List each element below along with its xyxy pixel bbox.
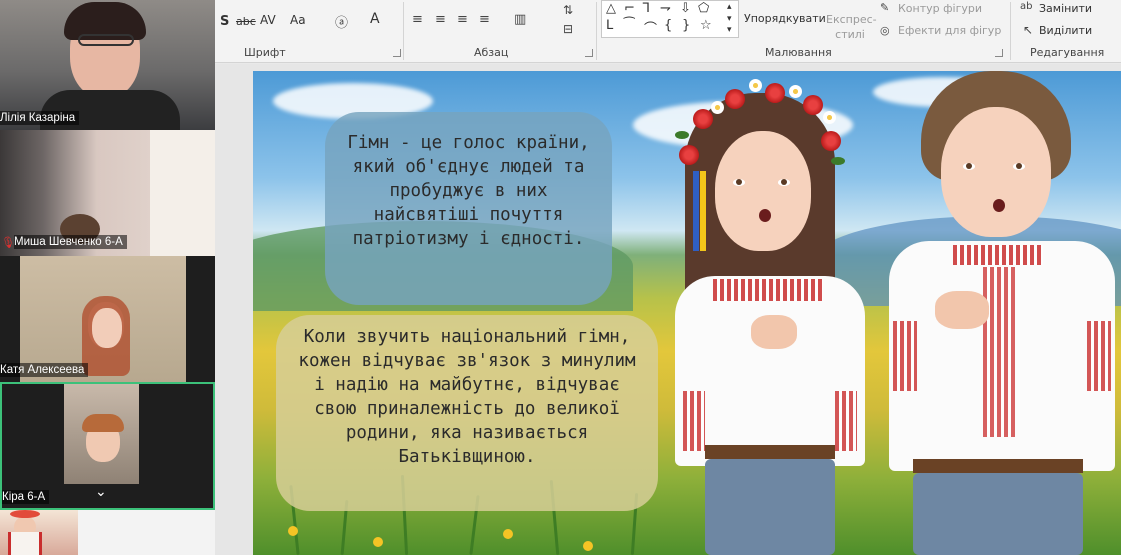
- columns-icon[interactable]: ▥: [514, 12, 526, 27]
- font-color-button[interactable]: A: [370, 11, 380, 27]
- connector-shape-icon[interactable]: ⌐: [624, 1, 635, 16]
- replace-button[interactable]: Замінити: [1039, 2, 1092, 15]
- arc-shape-icon[interactable]: ⌒: [644, 18, 657, 37]
- star-shape-icon[interactable]: ☆: [700, 18, 712, 33]
- paragraph-dialog-launcher-icon[interactable]: [585, 49, 593, 57]
- align-center-icon[interactable]: ≡: [435, 12, 446, 27]
- freeform-shape-icon[interactable]: ᒪ: [606, 18, 613, 33]
- shape-effects-button[interactable]: Ефекти для фігур: [898, 24, 1001, 37]
- shape-outline-icon: ✎: [880, 1, 890, 14]
- arrow-shape-icon[interactable]: ⇩: [680, 1, 691, 16]
- anthem-feeling-bubble[interactable]: Коли звучить національний гімн, кожен ві…: [276, 315, 658, 511]
- character-spacing-button[interactable]: AV: [260, 13, 276, 27]
- triangle-shape-icon[interactable]: △: [606, 1, 616, 16]
- chevron-down-icon[interactable]: ⌄: [95, 484, 107, 500]
- quick-styles-button[interactable]: Експрес-стилі: [826, 12, 877, 42]
- anthem-definition-bubble[interactable]: Гімн - це голос країни, який об'єднує лю…: [325, 112, 612, 305]
- shapes-gallery[interactable]: △ ⌐ ᒣ ⇁ ⇩ ⬠ ᒪ ⁀ ⌒ { } ☆ ▴ ▾ ▾: [601, 0, 739, 38]
- select-button[interactable]: Виділити: [1039, 24, 1092, 37]
- curved-connector-shape-icon[interactable]: ⇁: [660, 1, 671, 16]
- participant-name-3: Катя Алексеева: [0, 363, 89, 377]
- participant-tile-2[interactable]: 🎙 Миша Шевченко 6-А: [0, 130, 215, 256]
- font-dialog-launcher-icon[interactable]: [393, 49, 401, 57]
- participant-name-1: Лілія Казаріна: [0, 111, 80, 125]
- right-brace-shape-icon[interactable]: }: [682, 18, 690, 33]
- shape-effects-icon: ◎: [880, 24, 890, 37]
- participant-tile-1[interactable]: Лілія Казаріна: [0, 0, 215, 130]
- left-brace-shape-icon[interactable]: {: [664, 18, 672, 33]
- clear-format-icon[interactable]: ⓐ: [335, 12, 348, 31]
- gallery-scroll-down-icon[interactable]: ▾: [727, 14, 732, 24]
- strikethrough-button[interactable]: abc: [236, 15, 256, 28]
- participant-tile-3[interactable]: Катя Алексеева: [0, 256, 215, 382]
- participant-name-2: Миша Шевченко 6-А: [14, 235, 127, 249]
- shape-outline-button[interactable]: Контур фігури: [898, 2, 982, 15]
- change-case-button[interactable]: Aa: [290, 13, 306, 27]
- align-left-icon[interactable]: ≡: [412, 12, 423, 27]
- slide-thumbnail[interactable]: [0, 510, 78, 555]
- drawing-group-label: Малювання: [765, 46, 832, 59]
- girl-illustration: [653, 71, 883, 555]
- boy-illustration: [883, 71, 1121, 555]
- slide-canvas[interactable]: Гімн - це голос країни, який об'єднує лю…: [253, 71, 1121, 555]
- font-group-label: Шрифт: [244, 46, 286, 59]
- align-right-icon[interactable]: ≡: [457, 12, 468, 27]
- muted-mic-icon: 🎙: [1, 236, 15, 249]
- select-cursor-icon: ↖: [1023, 23, 1034, 37]
- gallery-more-icon[interactable]: ▾: [727, 25, 732, 35]
- editing-group-label: Редагування: [1030, 46, 1105, 59]
- replace-icon: ab: [1020, 1, 1033, 12]
- shadow-button[interactable]: S: [220, 14, 229, 29]
- align-text-icon[interactable]: ⊟: [563, 22, 573, 36]
- text-direction-icon[interactable]: ⇅: [563, 3, 573, 17]
- justify-icon[interactable]: ≡: [479, 12, 490, 27]
- arrange-button[interactable]: Упорядкувати: [744, 12, 826, 25]
- gallery-scroll-up-icon[interactable]: ▴: [727, 2, 732, 12]
- participant-name-4: Кіра 6-А: [2, 490, 50, 504]
- paragraph-group-label: Абзац: [474, 46, 509, 59]
- curve-shape-icon[interactable]: ⁀: [624, 18, 634, 33]
- participant-video-panel: Лілія Казаріна 🎙 Миша Шевченко 6-А Катя …: [0, 0, 215, 510]
- participant-tile-4-active[interactable]: Кіра 6-А ⌄: [0, 382, 215, 510]
- drawing-dialog-launcher-icon[interactable]: [995, 49, 1003, 57]
- elbow-connector-shape-icon[interactable]: ᒣ: [642, 1, 650, 16]
- pentagon-shape-icon[interactable]: ⬠: [698, 1, 709, 16]
- powerpoint-window: S abc AV Aa ⓐ A Шрифт ≡ ≡ ≡ ≡ ▥ ⇅ ⊟ Абза…: [0, 0, 1121, 555]
